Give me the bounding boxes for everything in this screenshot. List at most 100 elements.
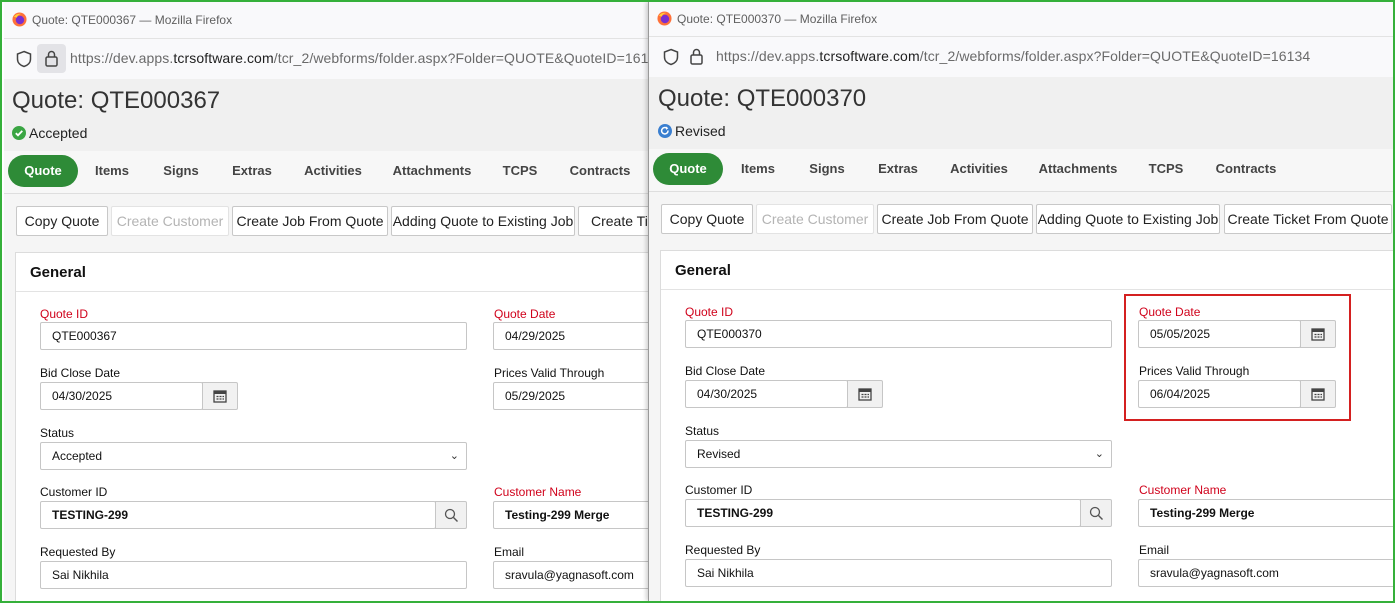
copy-quote-button[interactable]: Copy Quote [661,204,753,234]
bid-close-calendar-button[interactable] [847,380,883,408]
status-value: Accepted [52,449,103,463]
lock-icon [45,50,58,67]
general-panel: General Quote ID QTE000370 Quote Date 05… [660,250,1393,601]
url-text[interactable]: https://dev.apps.tcrsoftware.com/tcr_2/w… [70,50,648,66]
tab-tcps[interactable]: TCPS [1141,153,1191,185]
status-text: Revised [675,123,726,139]
tab-contracts[interactable]: Contracts [1210,153,1282,185]
url-domain: tcrsoftware.com [819,48,920,64]
create-job-from-quote-button[interactable]: Create Job From Quote [232,206,388,236]
url-prefix: https://dev.apps. [716,48,820,64]
calendar-icon [858,388,872,401]
status-select[interactable]: Revised ⌄ [685,440,1112,468]
url-path: /tcr_2/webforms/folder.aspx?Folder=QUOTE… [919,48,1311,64]
firefox-icon [657,11,672,26]
prices-valid-field[interactable]: 05/29/2025 [493,382,648,410]
customer-name-field[interactable]: Testing-299 Merge [493,501,648,529]
status-indicator: Accepted [12,125,87,141]
quote-id-label: Quote ID [40,307,89,321]
shield-icon[interactable] [15,50,33,68]
bid-close-calendar-button[interactable] [202,382,238,410]
quote-id-field[interactable]: QTE000370 [685,320,1112,348]
url-bar[interactable]: https://dev.apps.tcrsoftware.com/tcr_2/w… [649,37,1393,77]
firefox-icon [12,12,27,27]
tab-activities[interactable]: Activities [944,153,1014,185]
customer-search-button[interactable] [1080,499,1112,527]
bid-close-date-field[interactable]: 04/30/2025 [40,382,203,410]
status-text: Accepted [29,125,88,141]
tab-tcps[interactable]: TCPS [495,155,545,187]
create-ticket-button[interactable]: Create Tic [578,206,648,236]
shield-icon[interactable] [662,48,680,66]
customer-id-field[interactable]: TESTING-299 [685,499,1081,527]
quote-date-field[interactable]: 04/29/2025 [493,322,648,350]
quote-id-field[interactable]: QTE000367 [40,322,467,350]
requested-by-label: Requested By [40,545,116,559]
bid-close-date-field[interactable]: 04/30/2025 [685,380,848,408]
tab-contracts[interactable]: Contracts [564,155,636,187]
tab-signs[interactable]: Signs [800,153,854,185]
lock-button[interactable] [37,44,66,73]
customer-id-label: Customer ID [40,485,108,499]
customer-id-field[interactable]: TESTING-299 [40,501,436,529]
titlebar: Quote: QTE000370 — Mozilla Firefox [649,2,1393,37]
email-label: Email [494,545,525,559]
general-panel: General Quote ID QTE000367 Quote Date 04… [15,252,648,601]
divider [661,289,1393,290]
copy-quote-button[interactable]: Copy Quote [16,206,108,236]
tab-bar: Quote Items Signs Extras Activities Atta… [4,151,648,194]
requested-by-field[interactable]: Sai Nikhila [685,559,1112,587]
bid-close-date-label: Bid Close Date [40,366,121,380]
refresh-icon [658,124,672,138]
left-browser-window: Quote: QTE000367 — Mozilla Firefox https… [4,2,648,601]
tab-extras[interactable]: Extras [871,153,925,185]
window-title: Quote: QTE000370 — Mozilla Firefox [677,12,878,26]
email-field[interactable]: sravula@yagnasoft.com [1138,559,1393,587]
create-job-from-quote-button[interactable]: Create Job From Quote [877,204,1033,234]
url-bar[interactable]: https://dev.apps.tcrsoftware.com/tcr_2/w… [4,39,648,79]
page-title: Quote: QTE000370 [658,85,867,112]
right-browser-window: Quote: QTE000370 — Mozilla Firefox https… [648,2,1393,601]
action-toolbar: Copy Quote Create Customer Create Job Fr… [4,194,648,252]
chevron-down-icon: ⌄ [449,450,459,462]
email-field[interactable]: sravula@yagnasoft.com [493,561,648,589]
tab-activities[interactable]: Activities [298,155,368,187]
add-quote-to-job-button[interactable]: Adding Quote to Existing Job [1036,204,1220,234]
tab-quote[interactable]: Quote [653,153,723,185]
add-quote-to-job-button[interactable]: Adding Quote to Existing Job [391,206,575,236]
quote-date-label: Quote Date [494,307,556,321]
search-icon [444,508,458,522]
customer-name-field[interactable]: Testing-299 Merge [1138,499,1393,527]
status-label: Status [685,424,720,438]
date-highlight-box [1124,294,1351,421]
lock-icon[interactable] [689,48,704,65]
tab-quote[interactable]: Quote [8,155,78,187]
search-icon [1089,506,1103,520]
url-text[interactable]: https://dev.apps.tcrsoftware.com/tcr_2/w… [716,48,1310,64]
requested-by-field[interactable]: Sai Nikhila [40,561,467,589]
quote-header: Quote: QTE000367 Accepted [4,79,648,151]
tab-extras[interactable]: Extras [225,155,279,187]
customer-search-button[interactable] [435,501,467,529]
status-select[interactable]: Accepted ⌄ [40,442,467,470]
customer-id-label: Customer ID [685,483,753,497]
create-ticket-from-quote-button[interactable]: Create Ticket From Quote [1224,204,1392,234]
tab-signs[interactable]: Signs [154,155,208,187]
page-content: Quote: QTE000367 Accepted Quote Items Si… [4,79,648,601]
status-value: Revised [697,447,741,461]
tab-items[interactable]: Items [731,153,785,185]
tab-bar: Quote Items Signs Extras Activities Atta… [649,149,1393,192]
chevron-down-icon: ⌄ [1094,448,1104,460]
window-title: Quote: QTE000367 — Mozilla Firefox [32,13,233,27]
tab-attachments[interactable]: Attachments [388,155,476,187]
quote-header: Quote: QTE000370 Revised [649,77,1393,149]
customer-name-label: Customer Name [494,485,582,499]
create-customer-button[interactable]: Create Customer [111,206,229,236]
create-customer-button[interactable]: Create Customer [756,204,874,234]
divider [16,291,648,292]
customer-name-label: Customer Name [1139,483,1227,497]
section-title: General [675,262,731,279]
status-indicator: Revised [658,123,726,139]
tab-items[interactable]: Items [85,155,139,187]
tab-attachments[interactable]: Attachments [1034,153,1122,185]
